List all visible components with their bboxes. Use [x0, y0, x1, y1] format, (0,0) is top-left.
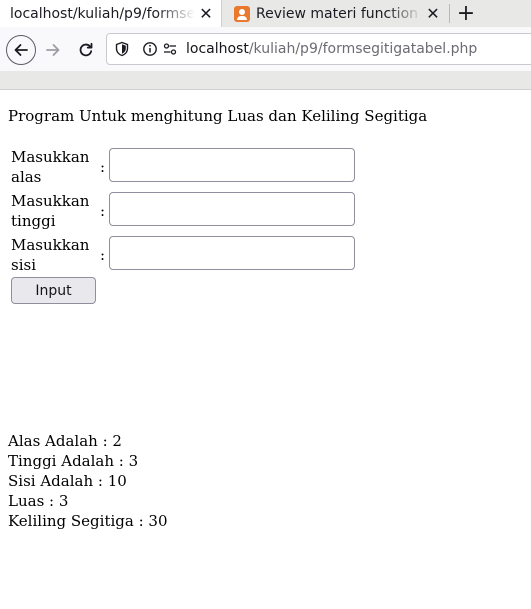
navigation-toolbar: localhost/kuliah/p9/formsegitigatabel.ph…: [0, 27, 531, 71]
reload-button[interactable]: [71, 35, 101, 65]
label-colon: :: [100, 158, 106, 176]
reload-icon: [79, 42, 93, 57]
form-row-tinggi: Masukkan tinggi :: [11, 191, 371, 233]
result-alas: Alas Adalah : 2: [8, 432, 122, 450]
arrow-right-icon: [46, 44, 60, 56]
alas-label: Masukkan alas: [11, 147, 95, 187]
back-button[interactable]: [6, 35, 36, 65]
label-line: Masukkan: [11, 148, 90, 166]
url-text[interactable]: localhost/kuliah/p9/formsegitigatabel.ph…: [186, 41, 477, 57]
permissions-icon[interactable]: [162, 41, 178, 57]
label-colon: :: [100, 202, 106, 220]
label-line: Masukkan: [11, 236, 90, 254]
tinggi-input[interactable]: [109, 192, 355, 226]
tinggi-label: Masukkan tinggi: [11, 191, 95, 231]
label-line: alas: [11, 168, 42, 186]
url-host: localhost: [186, 41, 249, 57]
tab-title: Review materi function d: [256, 5, 422, 22]
forward-button[interactable]: [38, 35, 68, 65]
close-icon[interactable]: ✕: [422, 0, 444, 27]
sisi-input[interactable]: [109, 236, 355, 270]
address-bar[interactable]: localhost/kuliah/p9/formsegitigatabel.ph…: [106, 33, 531, 65]
label-line: Masukkan: [11, 192, 90, 210]
label-line: sisi: [11, 256, 36, 274]
result-keliling: Keliling Segitiga : 30: [8, 512, 168, 530]
close-icon[interactable]: ✕: [195, 0, 217, 27]
result-sisi: Sisi Adalah : 10: [8, 472, 127, 490]
tab-formsegitigatabel[interactable]: localhost/kuliah/p9/formsegitigatabel.ph…: [0, 0, 222, 27]
page-title: Program Untuk menghitung Luas dan Kelili…: [8, 107, 428, 125]
label-colon: :: [100, 246, 106, 264]
result-luas: Luas : 3: [8, 492, 69, 510]
site-favicon-icon: [234, 5, 250, 22]
alas-input[interactable]: [109, 148, 355, 182]
arrow-left-icon: [14, 44, 28, 56]
tab-strip: localhost/kuliah/p9/formsegitigatabel.ph…: [0, 0, 531, 27]
result-tinggi: Tinggi Adalah : 3: [8, 452, 139, 470]
form-row-alas: Masukkan alas :: [11, 147, 371, 189]
tab-review-materi[interactable]: Review materi function d ✕: [226, 0, 448, 27]
tab-title: localhost/kuliah/p9/formsegitigatabel.ph…: [10, 5, 195, 22]
info-icon[interactable]: [142, 41, 158, 57]
new-tab-icon[interactable]: +: [452, 0, 480, 27]
page-content: Program Untuk menghitung Luas dan Kelili…: [0, 90, 531, 609]
url-path: /kuliah/p9/formsegitigatabel.php: [248, 41, 478, 57]
form-row-sisi: Masukkan sisi :: [11, 235, 371, 277]
tab-separator: [449, 4, 450, 23]
shield-icon[interactable]: [114, 41, 130, 57]
sisi-label: Masukkan sisi: [11, 235, 95, 275]
label-line: tinggi: [11, 212, 56, 230]
bookmarks-toolbar: [0, 71, 531, 90]
input-button[interactable]: Input: [11, 277, 96, 304]
